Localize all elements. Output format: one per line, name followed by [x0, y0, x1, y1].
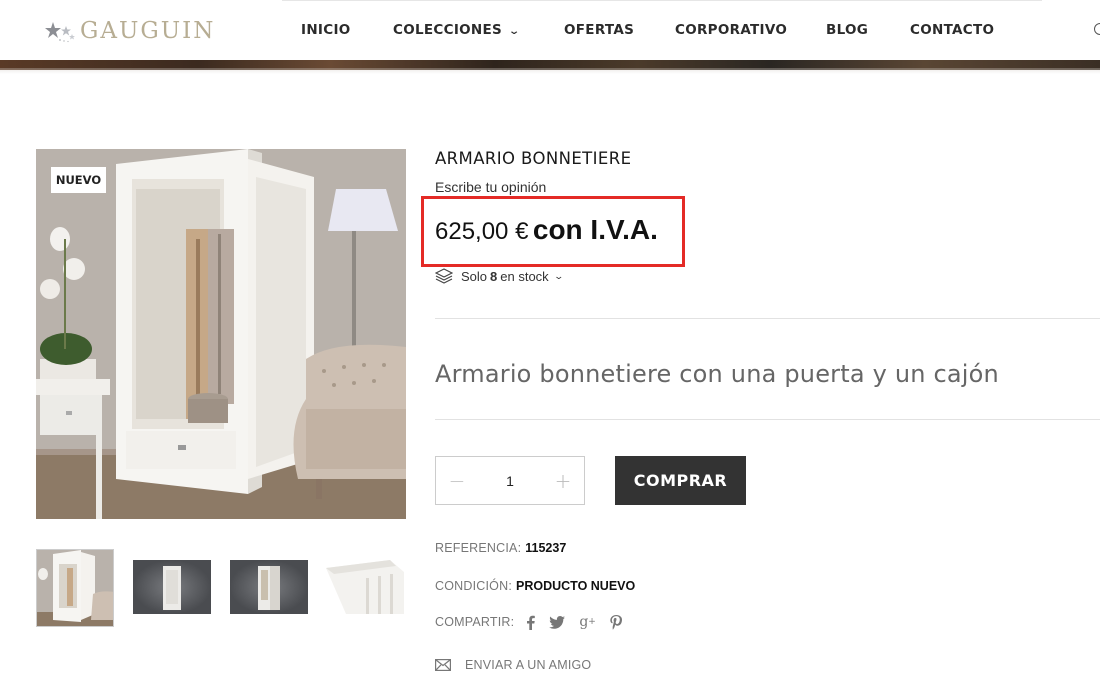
quantity-input[interactable]: [478, 457, 542, 504]
nav-item-contacto[interactable]: CONTACTO: [910, 22, 994, 38]
send-to-friend-link[interactable]: ENVIAR A UN AMIGO: [435, 658, 591, 672]
reference-label: REFERENCIA:: [435, 541, 522, 555]
stock-suffix: en stock: [500, 268, 549, 284]
price-amount: 625,00 €: [435, 218, 529, 245]
product-title: ARMARIO BONNETIERE: [435, 149, 632, 168]
qty-increase-button[interactable]: +: [542, 457, 584, 504]
chevron-down-icon: ⌄: [508, 26, 521, 37]
thumbnail-4-image: [326, 560, 404, 614]
new-badge: NUEVO: [51, 167, 106, 193]
logo-text: GAUGUIN: [80, 18, 216, 44]
nav-item-corporativo[interactable]: CORPORATIVO: [675, 22, 787, 38]
send-to-friend-label: ENVIAR A UN AMIGO: [465, 658, 592, 672]
quantity-stepper: − +: [435, 456, 585, 505]
price-tax-note: con I.V.A.: [532, 214, 658, 245]
qty-decrease-button[interactable]: −: [436, 457, 478, 504]
wardrobe-photo: [36, 149, 406, 519]
nav-item-blog[interactable]: BLOG: [826, 22, 868, 38]
condition-label: CONDICIÓN:: [435, 579, 512, 593]
chevron-down-icon: ⌄: [553, 270, 564, 281]
stars-logo-icon: [45, 22, 75, 43]
thumbnail-3-image: [230, 560, 308, 614]
twitter-icon[interactable]: [549, 615, 566, 629]
layers-icon: [435, 268, 453, 284]
nav-item-colecciones[interactable]: COLECCIONES ⌄: [393, 22, 521, 38]
thumbnail-4[interactable]: [326, 560, 404, 614]
pinterest-icon[interactable]: [610, 614, 622, 630]
facebook-icon[interactable]: [526, 615, 536, 630]
product-main-image[interactable]: [36, 149, 406, 519]
google-plus-icon[interactable]: g +: [579, 614, 596, 630]
reference-row: REFERENCIA: 115237: [435, 541, 566, 555]
thumbnail-2[interactable]: [133, 560, 211, 614]
condition-row: CONDICIÓN: PRODUCTO NUEVO: [435, 579, 635, 593]
stock-count: 8: [490, 268, 498, 284]
envelope-icon: [435, 659, 451, 671]
condition-value: PRODUCTO NUEVO: [516, 579, 636, 593]
search-icon[interactable]: [1094, 23, 1100, 35]
nav-item-ofertas[interactable]: OFERTAS: [564, 22, 634, 38]
short-description: Armario bonnetiere con una puerta y un c…: [435, 360, 999, 388]
site-header: GAUGUIN INICIO COLECCIONES ⌄ OFERTAS CORP…: [0, 0, 1100, 60]
write-review-link[interactable]: Escribe tu opinión: [435, 179, 546, 195]
reference-value: 115237: [525, 541, 567, 555]
nav-divider: [282, 0, 1042, 1]
site-logo[interactable]: GAUGUIN: [44, 14, 215, 48]
stock-prefix: Solo: [461, 268, 488, 284]
product-price: 625,00 € con I.V.A.: [435, 214, 658, 246]
nav-item-inicio[interactable]: INICIO: [301, 22, 351, 38]
banner-shadow: [0, 68, 1100, 74]
thumbnail-2-image: [133, 560, 211, 614]
stock-info[interactable]: Solo 8 en stock ⌄: [435, 268, 564, 284]
share-label: COMPARTIR:: [435, 615, 515, 629]
divider: [435, 419, 1100, 420]
thumbnail-3[interactable]: [230, 560, 308, 614]
thumbnail-1-image: [37, 550, 113, 626]
divider: [435, 318, 1100, 319]
share-row: COMPARTIR: g +: [435, 614, 636, 630]
nav-item-label: COLECCIONES: [393, 22, 503, 38]
thumbnail-1[interactable]: [36, 549, 114, 627]
buy-button[interactable]: COMPRAR: [615, 456, 746, 505]
